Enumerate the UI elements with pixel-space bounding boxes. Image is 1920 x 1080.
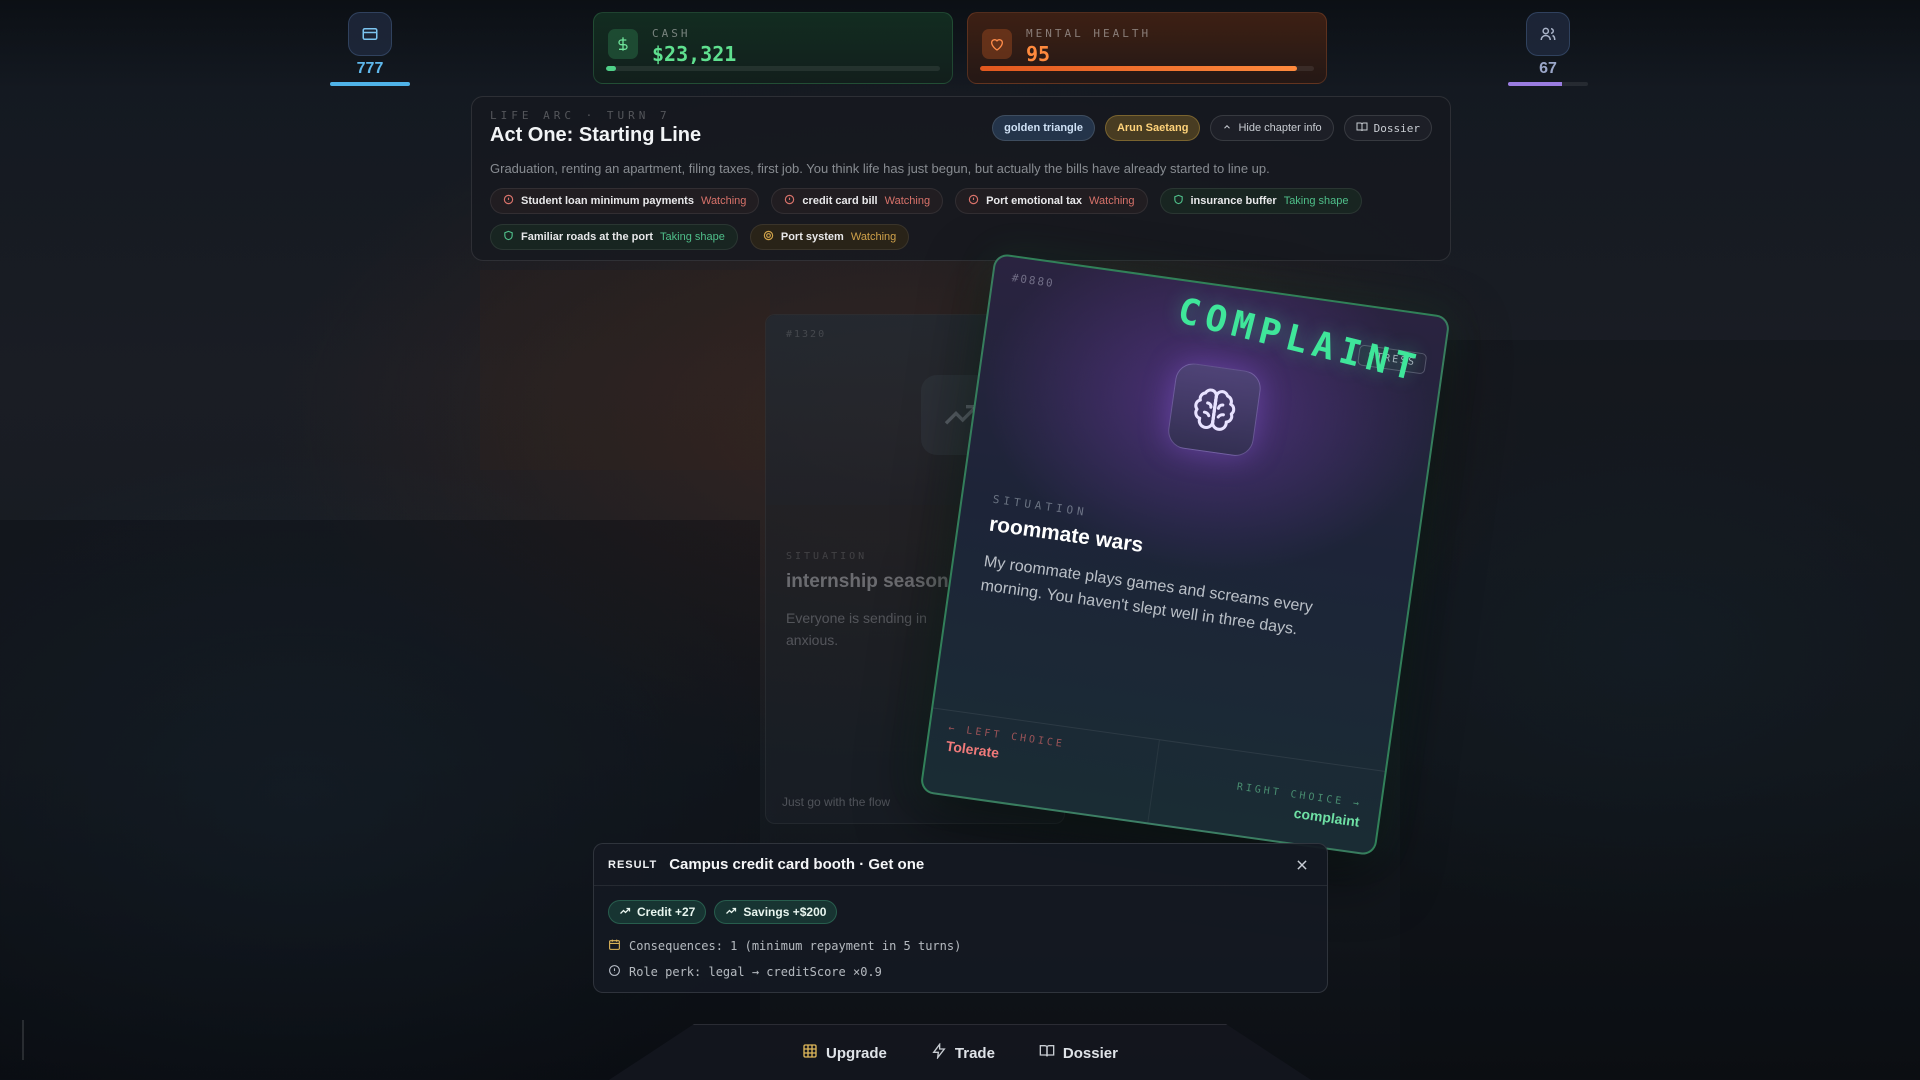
- book-icon: [1039, 1043, 1055, 1063]
- shield-icon: [503, 230, 514, 244]
- cash-bar: [606, 66, 940, 71]
- mental-health-value: 95: [1026, 42, 1051, 66]
- next-card-body: Everyone is sending in anxious.: [786, 610, 927, 648]
- tag-label: credit card bill: [802, 195, 878, 207]
- calendar-icon: [608, 938, 621, 954]
- cash-label: CASH: [652, 27, 691, 40]
- lightning-icon: [931, 1042, 947, 1063]
- dossier-label: Dossier: [1062, 1044, 1118, 1062]
- stat-right[interactable]: 67: [1503, 12, 1593, 86]
- trending-up-icon: [619, 905, 631, 920]
- result-label: RESULT: [608, 858, 658, 871]
- stat-right-bar: [1508, 82, 1588, 86]
- wallet-icon: [348, 12, 392, 56]
- card-title: roommate wars: [987, 512, 1145, 557]
- edge-divider: [22, 1020, 24, 1060]
- tag-label: Student loan minimum payments: [521, 195, 694, 207]
- upgrade-label: Upgrade: [826, 1044, 887, 1062]
- alert-icon: [968, 194, 979, 208]
- heart-icon: [982, 29, 1012, 59]
- situation-card[interactable]: #0880 STRESS COMPLAINT SITUATION roommat…: [919, 252, 1451, 857]
- grid-icon: [802, 1043, 818, 1063]
- chapter-panel: LIFE ARC · TURN 7 Act One: Starting Line…: [471, 96, 1451, 261]
- tag-status: Taking shape: [660, 231, 725, 243]
- stat-left-value: 777: [356, 60, 384, 77]
- tag-label: Familiar roads at the port: [521, 231, 654, 243]
- chapter-dossier-label: Dossier: [1373, 121, 1420, 135]
- role-perk-text: Role perk: legal → creditScore ×0.9: [629, 965, 882, 979]
- tag-credit-card-bill[interactable]: credit card bill Watching: [771, 188, 944, 214]
- trending-up-icon: [725, 905, 737, 920]
- shield-icon: [1173, 194, 1184, 208]
- right-choice[interactable]: RIGHT CHOICE → complaint: [1146, 740, 1385, 855]
- effect-badge: Credit +27: [608, 900, 707, 924]
- card-body: My roommate plays games and screams ever…: [979, 553, 1314, 639]
- character-chip[interactable]: Arun Saetang: [1104, 115, 1201, 141]
- tag-status: Watching: [1089, 195, 1135, 207]
- result-panel: RESULT Campus credit card booth · Get on…: [593, 843, 1328, 993]
- cash-value: $23,321: [652, 42, 737, 66]
- tag-student-loan[interactable]: Student loan minimum payments Watching: [490, 188, 760, 214]
- tag-label: insurance buffer: [1190, 195, 1277, 207]
- stat-right-value: 67: [1539, 60, 1557, 77]
- result-title: Campus credit card booth · Get one: [669, 856, 925, 873]
- hide-chapter-info-button[interactable]: Hide chapter info: [1210, 115, 1334, 141]
- tag-port-system[interactable]: Port system Watching: [749, 224, 910, 250]
- tag-status: Watching: [884, 195, 931, 207]
- book-icon: [1356, 121, 1368, 136]
- tag-familiar-roads[interactable]: Familiar roads at the port Taking shape: [490, 224, 738, 250]
- chapter-tags: Student loan minimum payments Watching c…: [490, 188, 1390, 250]
- dossier-button[interactable]: Dossier: [1039, 1043, 1118, 1063]
- stat-left[interactable]: 777: [325, 12, 415, 86]
- tag-status: Watching: [700, 195, 747, 207]
- chevron-up-icon: [1222, 122, 1232, 135]
- upgrade-button[interactable]: Upgrade: [802, 1043, 887, 1063]
- stat-left-bar: [330, 82, 410, 86]
- consequences-line: Consequences: 1 (minimum repayment in 5 …: [594, 938, 1327, 954]
- alert-icon: [784, 194, 795, 208]
- cash-stat[interactable]: CASH $23,321: [593, 12, 953, 84]
- card-choices: ← LEFT CHOICE Tolerate RIGHT CHOICE → co…: [921, 707, 1385, 855]
- role-perk-line: Role perk: legal → creditScore ×0.9: [594, 964, 1327, 980]
- next-card-footer: Just go with the flow: [782, 795, 891, 809]
- result-header: RESULT Campus credit card booth · Get on…: [594, 844, 1327, 886]
- result-effects: Credit +27 Savings +$200: [594, 886, 1327, 924]
- region-chip[interactable]: golden triangle: [992, 115, 1095, 141]
- close-icon[interactable]: [1293, 856, 1311, 874]
- chapter-description: Graduation, renting an apartment, filing…: [490, 161, 1270, 176]
- next-card-title: internship season: [786, 571, 949, 592]
- target-icon: [763, 230, 774, 244]
- tag-label: Port emotional tax: [986, 195, 1083, 207]
- mental-health-stat[interactable]: MENTAL HEALTH 95: [967, 12, 1327, 84]
- next-card-situation-label: SITUATION: [786, 551, 868, 562]
- chapter-actions: golden triangle Arun Saetang Hide chapte…: [992, 115, 1432, 141]
- brain-icon: [1165, 361, 1264, 459]
- tag-status: Watching: [850, 231, 897, 243]
- tag-insurance-buffer[interactable]: insurance buffer Taking shape: [1159, 188, 1362, 214]
- bottom-nav: Upgrade Trade Dossier: [602, 1024, 1318, 1080]
- effect-text: Savings +$200: [743, 905, 827, 919]
- hide-chapter-info-label: Hide chapter info: [1238, 122, 1322, 134]
- tag-port-emotional-tax[interactable]: Port emotional tax Watching: [955, 188, 1148, 214]
- tag-status: Taking shape: [1283, 195, 1349, 207]
- trade-label: Trade: [954, 1044, 995, 1062]
- dollar-icon: [608, 29, 638, 59]
- trade-button[interactable]: Trade: [931, 1042, 995, 1063]
- mental-health-bar: [980, 66, 1314, 71]
- tag-label: Port system: [780, 231, 844, 243]
- effect-text: Credit +27: [637, 905, 696, 919]
- consequences-text: Consequences: 1 (minimum repayment in 5 …: [629, 939, 962, 953]
- alert-icon: [503, 194, 514, 208]
- effect-badge: Savings +$200: [714, 900, 838, 924]
- chapter-dossier-button[interactable]: Dossier: [1343, 115, 1432, 141]
- mental-health-label: MENTAL HEALTH: [1026, 27, 1152, 40]
- info-icon: [608, 964, 621, 980]
- card-id: #0880: [1010, 271, 1056, 291]
- people-icon: [1526, 12, 1570, 56]
